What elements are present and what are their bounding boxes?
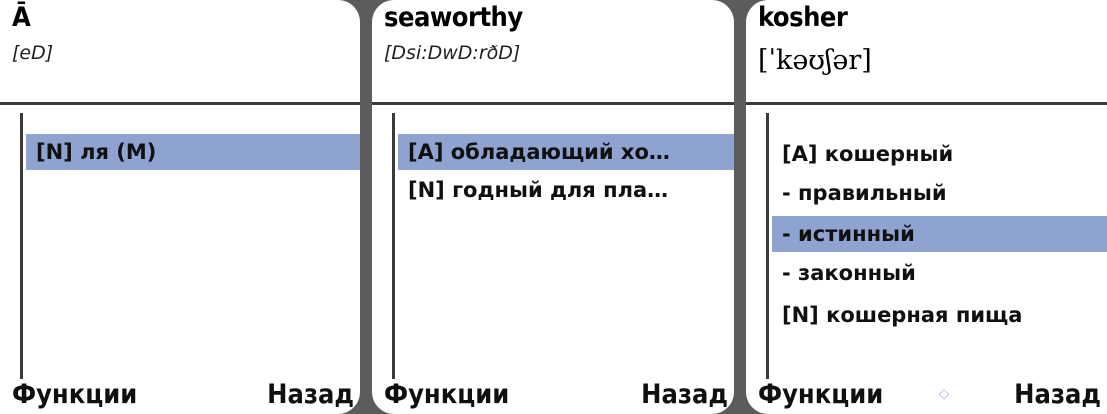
- dictionary-screen-3: kosher [ˈkəʊʃər] [A] кошерный - правильн…: [746, 0, 1107, 414]
- list-margin-line: [392, 113, 395, 379]
- divider: [0, 102, 360, 105]
- softkey-bar: Функции Назад: [372, 372, 734, 414]
- list-margin-line: [20, 113, 23, 379]
- back-softkey[interactable]: Назад: [1014, 379, 1101, 410]
- softkey-bar: Функции ◇ Назад: [746, 372, 1107, 414]
- list-margin-line: [766, 113, 769, 379]
- functions-softkey[interactable]: Функции: [758, 379, 883, 410]
- headword: kosher: [758, 2, 848, 33]
- divider: [372, 102, 734, 105]
- list-item[interactable]: [N] годный для пла…: [398, 172, 734, 208]
- list-item[interactable]: [A] кошерный: [772, 136, 1107, 172]
- up-down-arrows-icon: ◇: [938, 386, 950, 402]
- softkey-bar: Функции Назад: [0, 372, 360, 414]
- list-item[interactable]: [N] ля (M): [26, 134, 360, 170]
- dictionary-screen-2: seaworthy [Dsi:DwD:rðD] [A] обладающий х…: [372, 0, 734, 414]
- transcription: [eD]: [12, 42, 54, 64]
- back-softkey[interactable]: Назад: [641, 379, 728, 410]
- transcription: [Dsi:DwD:rðD]: [384, 42, 521, 64]
- list-item[interactable]: [A] обладающий хо…: [398, 134, 734, 170]
- list-item[interactable]: - истинный: [772, 216, 1107, 252]
- list-item[interactable]: - законный: [772, 255, 1107, 291]
- functions-softkey[interactable]: Функции: [384, 379, 509, 410]
- list-item[interactable]: - правильный: [772, 175, 1107, 211]
- headword: Ā: [12, 2, 31, 33]
- functions-softkey[interactable]: Функции: [12, 379, 137, 410]
- back-softkey[interactable]: Назад: [267, 379, 354, 410]
- dictionary-screen-1: Ā [eD] [N] ля (M) Функции Назад: [0, 0, 360, 414]
- headword: seaworthy: [384, 2, 523, 33]
- divider: [746, 102, 1107, 105]
- transcription: [ˈkəʊʃər]: [758, 45, 872, 76]
- list-item[interactable]: [N] кошерная пища: [772, 297, 1107, 333]
